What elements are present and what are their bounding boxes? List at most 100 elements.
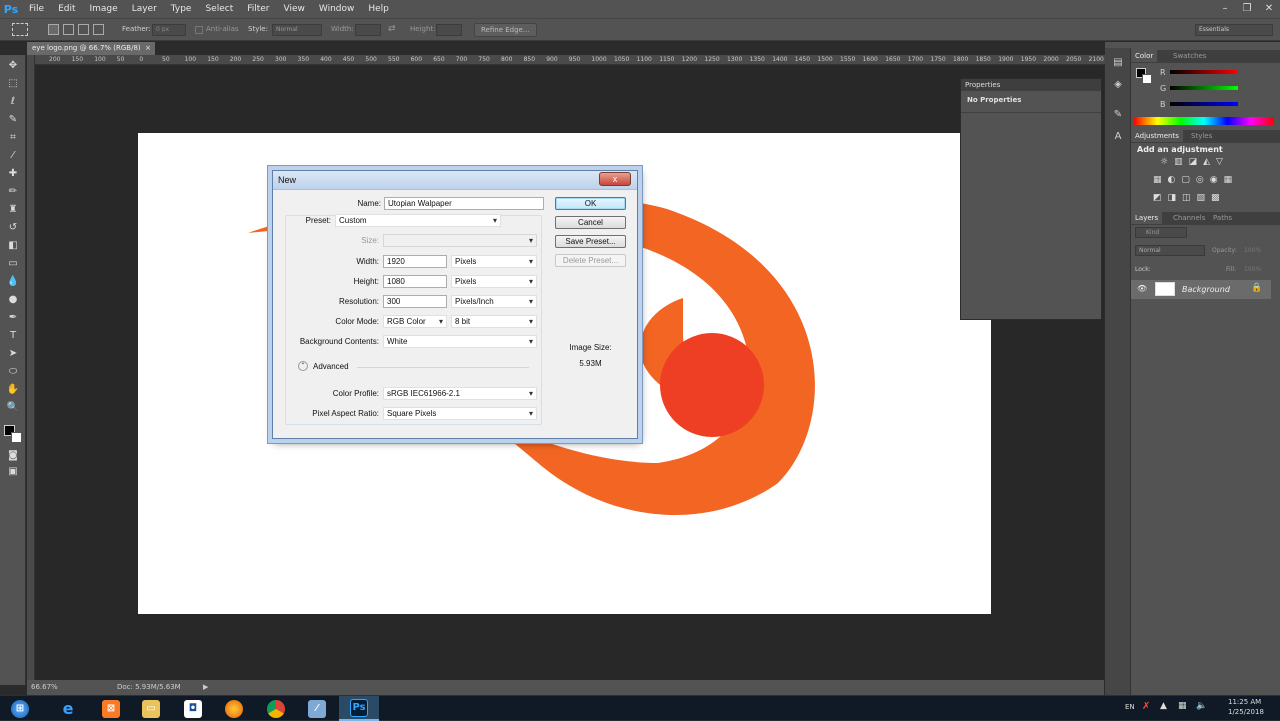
- marquee-tool-preset-icon[interactable]: [12, 23, 28, 36]
- cancel-button[interactable]: Cancel: [555, 216, 626, 229]
- lasso-tool-icon[interactable]: ℓ: [5, 95, 21, 109]
- menu-type[interactable]: Type: [164, 0, 199, 18]
- blend-mode-select[interactable]: Normal: [1135, 245, 1205, 256]
- menu-filter[interactable]: Filter: [240, 0, 276, 18]
- horizontal-ruler[interactable]: 200 150 100 50 0 50 100 150 200 250 300 350 400 450 50…: [35, 55, 1105, 65]
- menu-help[interactable]: Help: [361, 0, 396, 18]
- tab-paths[interactable]: Paths: [1209, 212, 1236, 224]
- clock-date[interactable]: 1/25/2018: [1228, 708, 1264, 716]
- status-menu-arrow-icon[interactable]: ▶: [203, 680, 208, 695]
- width-input[interactable]: [355, 24, 381, 36]
- advanced-label[interactable]: Advanced: [313, 362, 349, 371]
- character-panel-icon[interactable]: A: [1111, 130, 1125, 144]
- height-input[interactable]: [436, 24, 462, 36]
- dialog-title[interactable]: New: [273, 171, 637, 190]
- feather-input[interactable]: 0 px: [152, 24, 186, 36]
- marquee-tool-icon[interactable]: ⬚: [5, 77, 21, 91]
- zoom-level[interactable]: 66.67%: [31, 680, 58, 695]
- dodge-tool-icon[interactable]: ●: [5, 293, 21, 307]
- tray-up-arrow-icon[interactable]: ▲: [1160, 701, 1167, 711]
- start-button[interactable]: ⊞: [0, 696, 40, 721]
- channel-r-slider[interactable]: [1170, 70, 1238, 74]
- taskbar-app[interactable]: ◘: [173, 696, 213, 721]
- tab-adjustments[interactable]: Adjustments: [1131, 130, 1183, 142]
- opacity-value[interactable]: 100%: [1244, 247, 1261, 254]
- height-input[interactable]: 1080: [383, 275, 447, 288]
- bit-depth-select[interactable]: 8 bit: [451, 315, 537, 328]
- color-spectrum[interactable]: [1134, 117, 1274, 125]
- layer-row-background[interactable]: 👁 Background 🔒: [1131, 280, 1271, 299]
- properties-panel-icon[interactable]: ◈: [1111, 78, 1125, 92]
- resolution-unit-select[interactable]: Pixels/Inch: [451, 295, 537, 308]
- background-contents-select[interactable]: White: [383, 335, 537, 348]
- menu-window[interactable]: Window: [312, 0, 362, 18]
- tray-volume-icon[interactable]: 🔈: [1196, 701, 1207, 711]
- color-mode-select[interactable]: RGB Color: [383, 315, 447, 328]
- subtract-selection-icon[interactable]: [78, 24, 89, 35]
- width-unit-select[interactable]: Pixels: [451, 255, 537, 268]
- menu-image[interactable]: Image: [83, 0, 125, 18]
- advanced-toggle-icon[interactable]: ⌃: [298, 361, 308, 371]
- clock-time[interactable]: 11:25 AM: [1228, 698, 1261, 706]
- close-icon[interactable]: ✕: [1258, 0, 1280, 18]
- add-selection-icon[interactable]: [63, 24, 74, 35]
- eraser-tool-icon[interactable]: ◧: [5, 239, 21, 253]
- ok-button[interactable]: OK: [555, 197, 626, 210]
- taskbar-editor[interactable]: ⁄: [297, 696, 337, 721]
- adjustment-icons-row-2[interactable]: ▦◐▢◎◉▦: [1153, 175, 1253, 185]
- history-panel-icon[interactable]: ▤: [1111, 56, 1125, 70]
- tray-network-icon[interactable]: ▦: [1178, 701, 1187, 711]
- antialias-checkbox[interactable]: [195, 26, 203, 34]
- screen-mode-icon[interactable]: ▣: [5, 465, 21, 479]
- channel-g-slider[interactable]: [1170, 86, 1238, 90]
- preset-select[interactable]: Custom: [335, 214, 501, 227]
- menu-view[interactable]: View: [277, 0, 312, 18]
- color-profile-select[interactable]: sRGB IEC61966-2.1: [383, 387, 537, 400]
- photoshop-logo-icon[interactable]: Ps: [0, 0, 22, 18]
- eyedropper-tool-icon[interactable]: ⁄: [5, 149, 21, 163]
- layer-name[interactable]: Background: [1182, 285, 1230, 294]
- tab-color[interactable]: Color: [1131, 50, 1158, 62]
- minimize-icon[interactable]: –: [1214, 0, 1236, 18]
- vertical-ruler[interactable]: [27, 55, 35, 680]
- menu-select[interactable]: Select: [198, 0, 240, 18]
- taskbar-photoshop[interactable]: Ps: [339, 696, 379, 721]
- menu-file[interactable]: File: [22, 0, 51, 18]
- style-select[interactable]: Normal: [272, 24, 322, 36]
- taskbar-explorer[interactable]: ▭: [131, 696, 171, 721]
- menu-layer[interactable]: Layer: [125, 0, 164, 18]
- layer-visibility-eye-icon[interactable]: 👁: [1137, 284, 1147, 293]
- intersect-selection-icon[interactable]: [93, 24, 104, 35]
- taskbar-chrome[interactable]: [256, 696, 296, 721]
- bg-color-chip[interactable]: [1142, 74, 1152, 84]
- new-selection-icon[interactable]: [48, 24, 59, 35]
- name-input[interactable]: Utopian Walpaper: [384, 197, 544, 210]
- ellipse-tool-icon[interactable]: ⬭: [5, 365, 21, 379]
- save-preset-button[interactable]: Save Preset...: [555, 235, 626, 248]
- refine-edge-button[interactable]: Refine Edge...: [474, 23, 537, 37]
- dialog-close-button[interactable]: x: [599, 172, 631, 186]
- height-unit-select[interactable]: Pixels: [451, 275, 537, 288]
- input-language[interactable]: EN: [1125, 703, 1135, 711]
- taskbar-ie[interactable]: e: [48, 696, 88, 721]
- layer-filter-kind[interactable]: Kind: [1135, 227, 1187, 238]
- tab-swatches[interactable]: Swatches: [1169, 50, 1210, 62]
- tray-tool-icon[interactable]: ✗: [1142, 701, 1150, 712]
- taskbar-xampp[interactable]: ⊠: [91, 696, 131, 721]
- fill-value[interactable]: 100%: [1244, 266, 1261, 273]
- clone-stamp-tool-icon[interactable]: ♜: [5, 203, 21, 217]
- adjustment-icons-row-3[interactable]: ◩◨◫▧▩: [1153, 193, 1253, 203]
- resolution-input[interactable]: 300: [383, 295, 447, 308]
- width-input[interactable]: 1920: [383, 255, 447, 268]
- workspace-select[interactable]: Essentials: [1195, 24, 1273, 36]
- type-tool-icon[interactable]: T: [5, 329, 21, 343]
- quick-mask-icon[interactable]: ◙: [5, 449, 21, 463]
- hand-tool-icon[interactable]: ✋: [5, 383, 21, 397]
- restore-icon[interactable]: ❐: [1236, 0, 1258, 18]
- zoom-tool-icon[interactable]: 🔍: [5, 401, 21, 415]
- menu-edit[interactable]: Edit: [51, 0, 82, 18]
- pixel-aspect-ratio-select[interactable]: Square Pixels: [383, 407, 537, 420]
- tab-layers[interactable]: Layers: [1131, 212, 1163, 224]
- swap-icon[interactable]: ⇄: [388, 24, 396, 34]
- healing-brush-tool-icon[interactable]: ✚: [5, 167, 21, 181]
